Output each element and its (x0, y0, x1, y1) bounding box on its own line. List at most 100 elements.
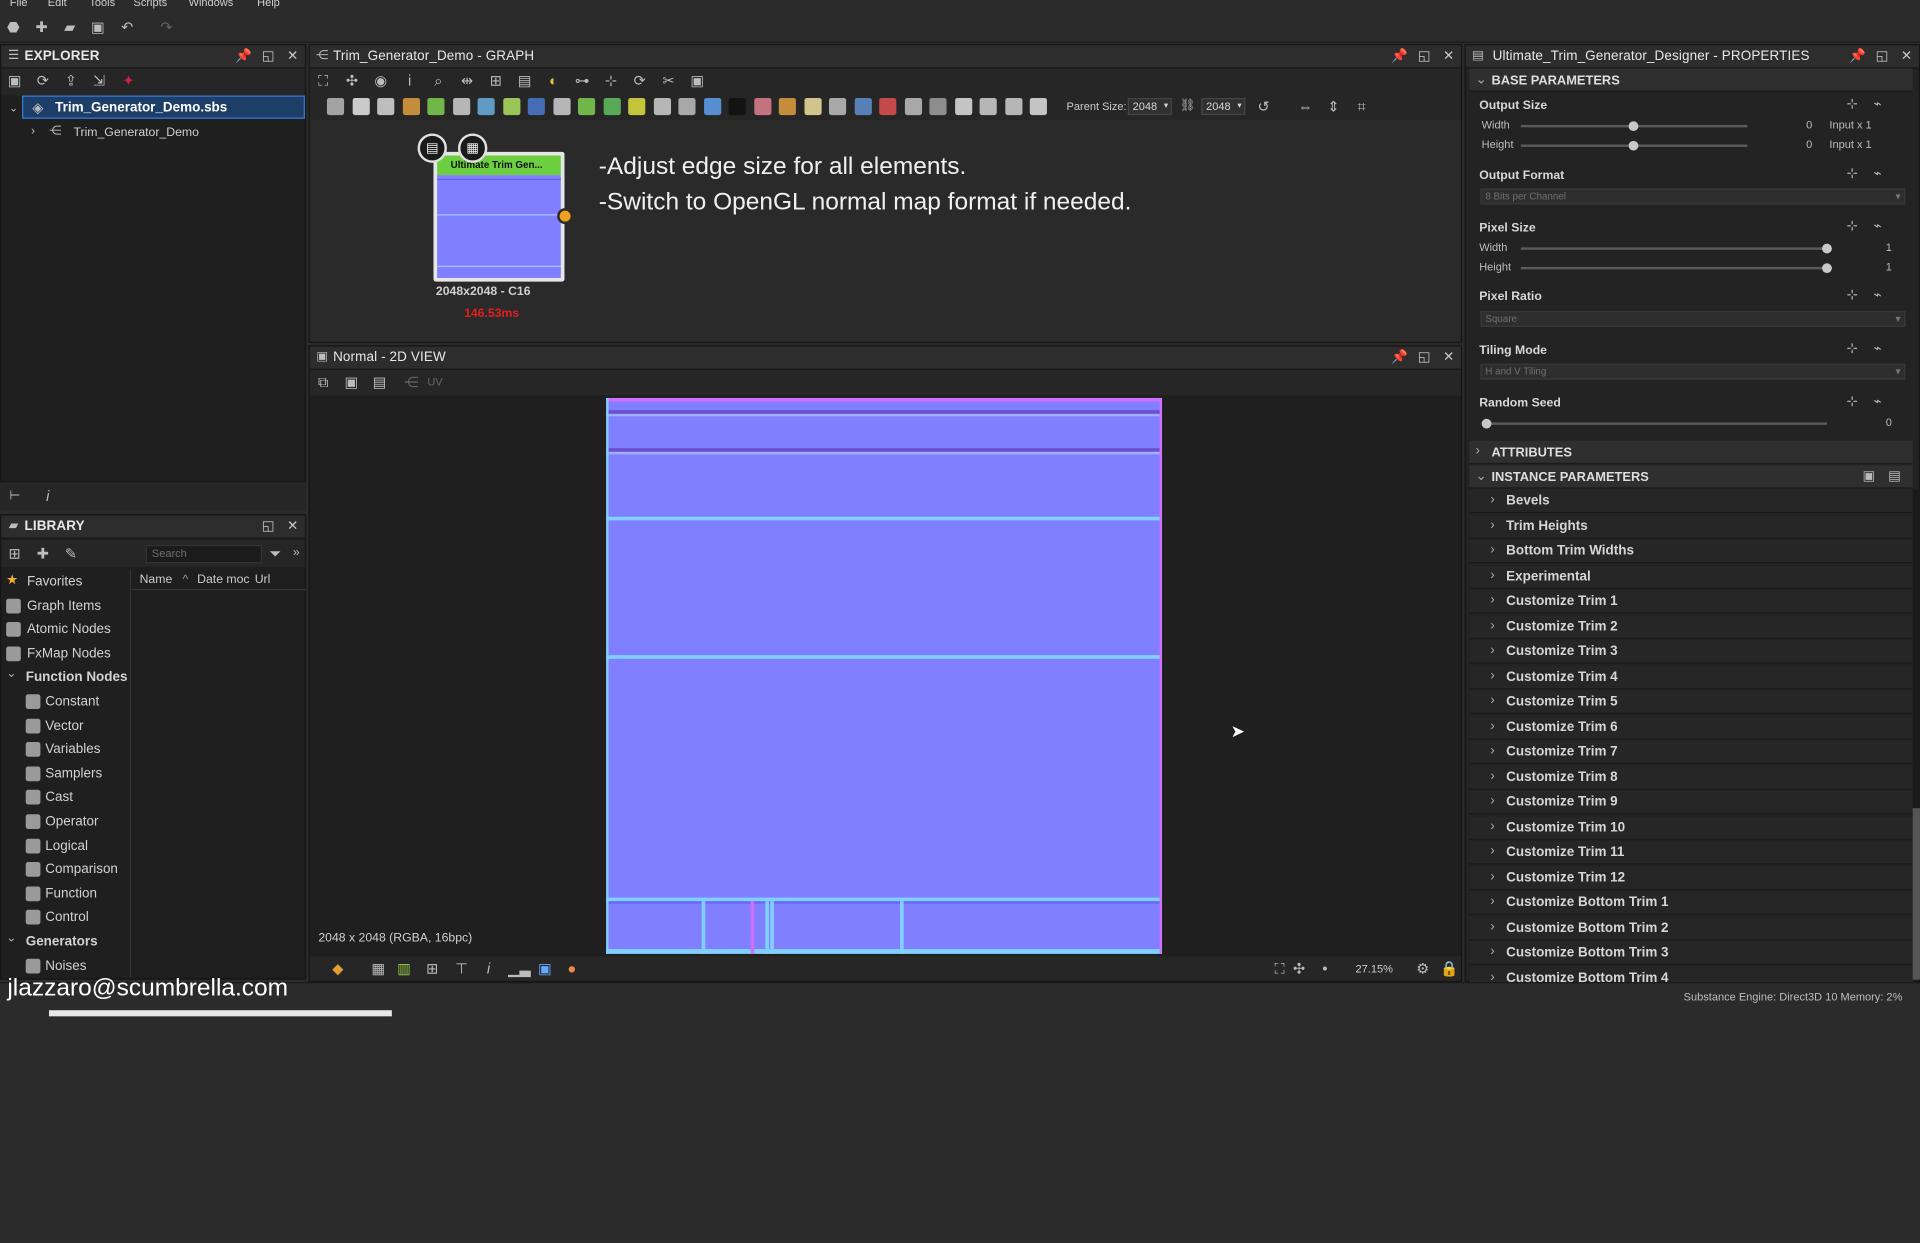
menu-edit[interactable]: Edit (48, 0, 67, 9)
align-icon[interactable]: ⇕ (1325, 98, 1342, 115)
atomic-node-icon-16[interactable] (703, 97, 721, 116)
pin-icon[interactable]: 📌 (235, 48, 252, 65)
export-icon[interactable]: ⇲ (91, 72, 108, 89)
close-icon[interactable]: ✕ (1440, 349, 1457, 366)
graph-link-icon[interactable]: ⊹ (1847, 287, 1858, 303)
output-height-mode[interactable]: Input x 1 (1829, 138, 1871, 150)
atomic-node-icon-9[interactable] (527, 97, 545, 116)
group-customize-trim-4[interactable]: › Customize Trim 4 (1469, 665, 1913, 689)
new-folder-icon[interactable]: ⊞ (6, 545, 23, 562)
pan-icon[interactable]: ⇹ (459, 72, 476, 89)
python-icon[interactable]: ◐ (545, 72, 562, 89)
library-category-constant[interactable]: Constant (1, 691, 128, 714)
library-category-fxmap-nodes[interactable]: FxMap Nodes (1, 643, 128, 666)
group-customize-bottom-trim-3[interactable]: › Customize Bottom Trim 3 (1469, 941, 1913, 965)
layout-icon[interactable]: ⊞ (487, 72, 504, 89)
menu-tools[interactable]: Tools (89, 0, 115, 9)
center-icon[interactable]: ✣ (1291, 960, 1308, 977)
reset-param-icon[interactable]: ⌁ (1873, 393, 1881, 409)
link-icon[interactable]: ✦ (120, 72, 137, 89)
group-experimental[interactable]: › Experimental (1469, 565, 1913, 589)
chevron-right-icon[interactable]: › (24, 124, 41, 141)
library-category-samplers[interactable]: Samplers (1, 763, 128, 786)
save-icon[interactable]: ▣ (89, 18, 106, 35)
group-customize-trim-1[interactable]: › Customize Trim 1 (1469, 590, 1913, 614)
graph-link-icon[interactable]: ⊹ (1847, 340, 1858, 357)
export-icon[interactable]: ▣ (689, 72, 706, 89)
frame-icon[interactable]: ⛶ (315, 72, 332, 89)
edit-icon[interactable]: ✎ (62, 545, 79, 562)
slider-knob[interactable] (1481, 418, 1492, 429)
cut-icon[interactable]: ✂ (660, 72, 677, 89)
library-category-cast[interactable]: Cast (1, 787, 128, 810)
parent-height-select[interactable]: 2048 ▾ (1201, 97, 1246, 116)
channels-icon[interactable]: ▥ (396, 960, 413, 977)
pixel-ratio-select[interactable]: Square (1480, 311, 1906, 327)
atomic-node-icon-2[interactable] (352, 97, 370, 116)
info-icon[interactable]: i (401, 72, 418, 89)
undo-icon[interactable]: ↶ (119, 18, 136, 35)
graph-link-icon[interactable]: ⊹ (1847, 165, 1858, 182)
group-customize-trim-9[interactable]: › Customize Trim 9 (1469, 791, 1913, 815)
atomic-node-icon-1[interactable] (326, 97, 345, 116)
group-customize-trim-7[interactable]: › Customize Trim 7 (1469, 740, 1913, 765)
atomic-node-icon-3[interactable] (377, 97, 395, 116)
lock-icon[interactable]: 🔒 (1440, 960, 1458, 977)
pixel-height-slider[interactable] (1520, 263, 1832, 274)
float-icon[interactable]: ◱ (260, 518, 277, 535)
library-category-variables[interactable]: Variables (1, 739, 128, 762)
output-connector[interactable] (557, 208, 574, 225)
atomic-node-icon-13[interactable] (628, 97, 646, 116)
output-width-slider[interactable] (1520, 121, 1748, 132)
publish-icon[interactable]: ⇪ (62, 72, 79, 89)
atomic-node-icon-29[interactable] (1029, 97, 1047, 116)
checker-icon[interactable]: ▦ (457, 133, 488, 163)
copy-icon[interactable]: ⧉ (315, 373, 332, 390)
atomic-node-icon-27[interactable] (979, 97, 997, 116)
checker-icon[interactable]: ▦ (370, 960, 387, 977)
atomic-node-icon-17[interactable] (728, 97, 746, 116)
library-category-function[interactable]: Function (1, 883, 128, 906)
atomic-node-icon-7[interactable] (477, 97, 495, 116)
atomic-node-icon-26[interactable] (954, 97, 972, 116)
column-date[interactable]: Date moc (197, 573, 249, 586)
output-width-value[interactable]: 0 (1782, 119, 1812, 131)
group-customize-bottom-trim-2[interactable]: › Customize Bottom Trim 2 (1469, 916, 1913, 940)
slider-knob[interactable] (1822, 243, 1832, 254)
info-icon[interactable]: i (480, 960, 497, 977)
open-folder-icon[interactable]: ▰ (61, 18, 78, 35)
slider-knob[interactable] (1628, 121, 1639, 132)
align-icon[interactable]: ⊹ (602, 72, 619, 89)
group-customize-trim-3[interactable]: › Customize Trim 3 (1469, 640, 1913, 664)
reset-param-icon[interactable]: ⌁ (1873, 218, 1881, 234)
reset-param-icon[interactable]: ⌁ (1873, 96, 1881, 112)
atomic-node-icon-19[interactable] (778, 97, 796, 116)
tree-item-graph[interactable]: › ⋲ Trim_Generator_Demo (22, 121, 305, 144)
atomic-node-icon-5[interactable] (427, 97, 445, 116)
float-icon[interactable]: ◱ (1416, 48, 1433, 65)
group-bottom-trim-widths[interactable]: › Bottom Trim Widths (1469, 540, 1913, 564)
close-icon[interactable]: ✕ (284, 518, 301, 535)
tiling-icon[interactable]: ⊤ (453, 960, 470, 977)
pixel-width-slider[interactable] (1520, 243, 1832, 254)
group-customize-trim-10[interactable]: › Customize Trim 10 (1469, 816, 1913, 840)
group-customize-trim-8[interactable]: › Customize Trim 8 (1469, 765, 1913, 790)
section-base-parameters[interactable]: ⌄ BASE PARAMETERS (1469, 68, 1913, 92)
pixel-height-value[interactable]: 1 (1867, 261, 1892, 273)
graph-link-icon[interactable]: ⊹ (1847, 393, 1858, 409)
graph-link-icon[interactable]: ⊹ (1847, 218, 1858, 234)
output-width-mode[interactable]: Input x 1 (1829, 119, 1871, 131)
float-icon[interactable]: ◱ (260, 48, 277, 65)
search-input[interactable]: Search (145, 544, 263, 564)
graph-node[interactable]: Ultimate Trim Gen... (433, 151, 574, 282)
zoom-level[interactable]: 27.15% (1356, 962, 1393, 974)
filter-icon[interactable]: ⏷ (267, 545, 284, 562)
atomic-node-icon-10[interactable] (552, 97, 571, 116)
atomic-node-icon-12[interactable] (603, 97, 621, 116)
menu-file[interactable]: File (10, 0, 28, 9)
library-category-graph-items[interactable]: Graph Items (1, 595, 128, 618)
properties-scrollbar[interactable] (1912, 489, 1920, 980)
sort-icon[interactable]: ^ (182, 573, 188, 586)
parent-width-select[interactable]: 2048 ▾ (1127, 97, 1172, 116)
random-seed-value[interactable]: 0 (1867, 416, 1892, 428)
